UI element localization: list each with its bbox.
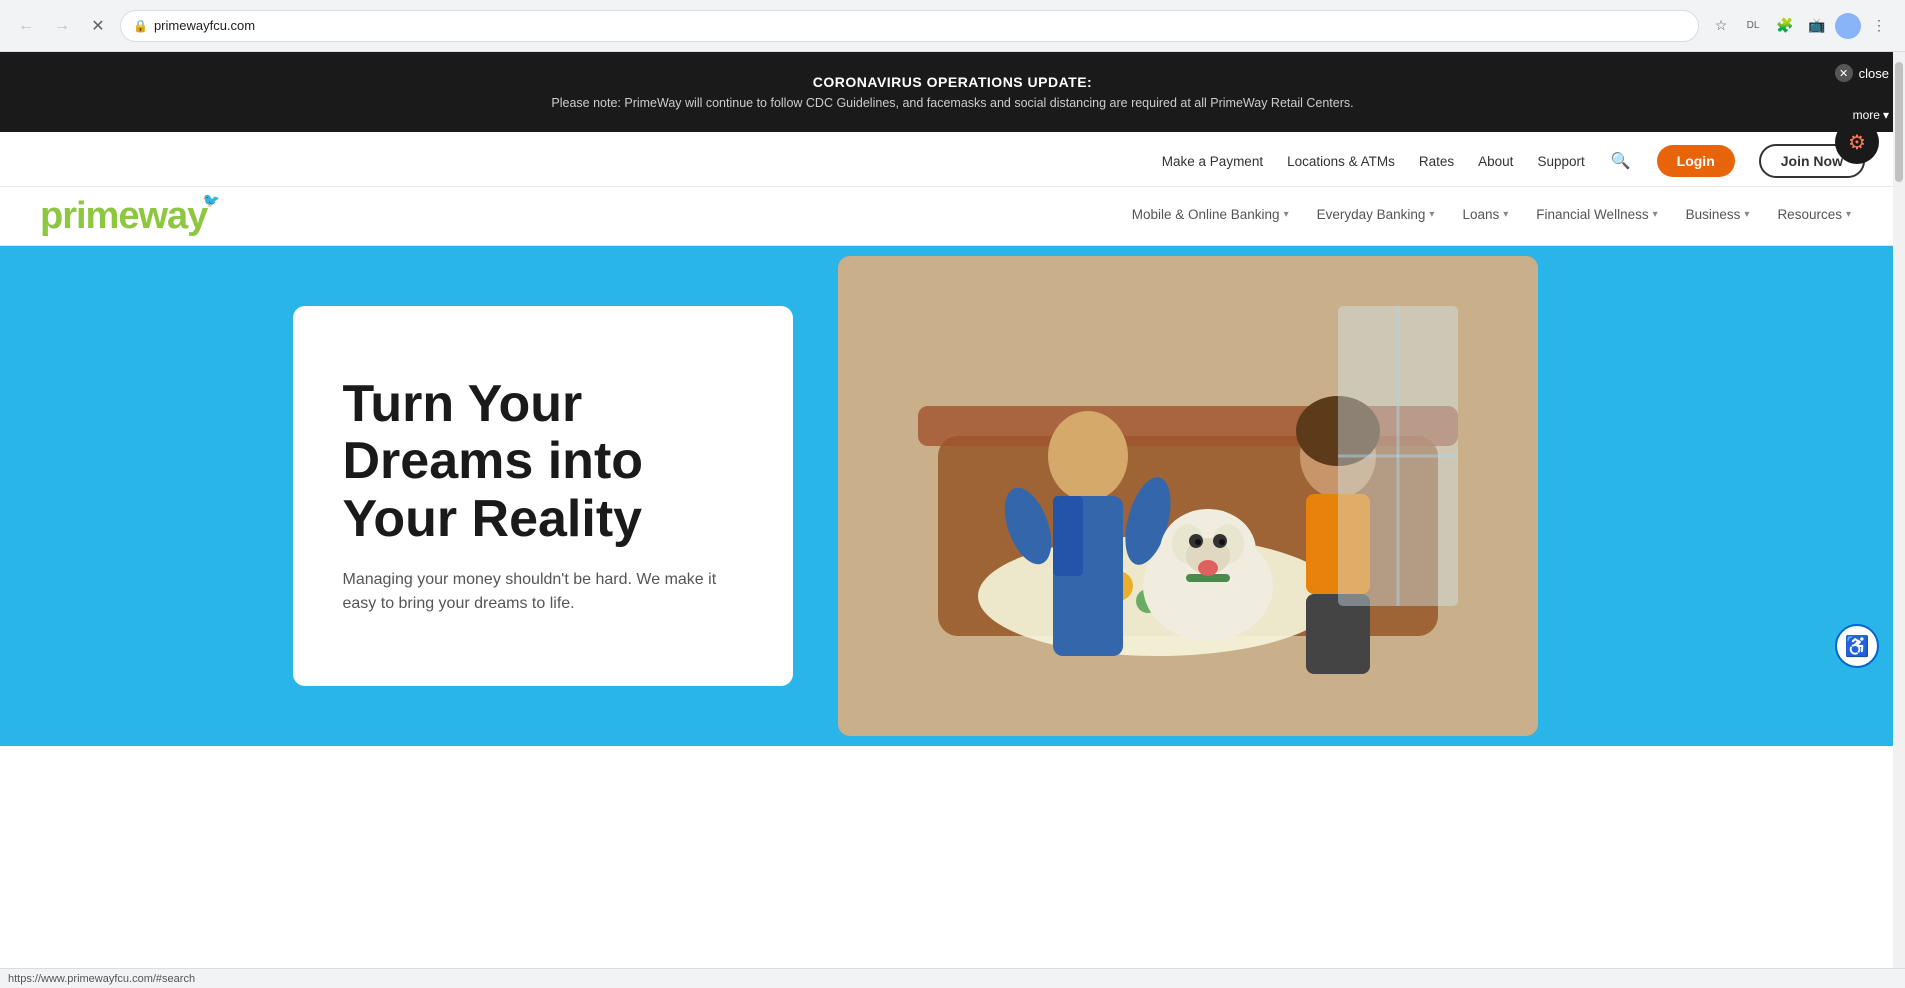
accessibility-icon: ♿ <box>1845 634 1870 659</box>
hero-photo <box>838 256 1538 736</box>
hero-subtext: Managing your money shouldn't be hard. W… <box>343 568 743 616</box>
close-label: close <box>1859 66 1889 81</box>
bookmark-star-button[interactable]: ☆ <box>1707 12 1735 40</box>
announcement-text: Please note: PrimeWay will continue to f… <box>551 96 1353 110</box>
profile-avatar[interactable] <box>1835 13 1861 39</box>
top-nav-rates[interactable]: Rates <box>1419 154 1454 169</box>
chevron-down-icon: ▾ <box>1883 108 1889 122</box>
reload-button[interactable]: ✕ <box>84 12 112 40</box>
scrollbar[interactable] <box>1893 52 1905 988</box>
login-button[interactable]: Login <box>1657 145 1735 177</box>
browser-chrome: ← → ✕ 🔒 primewayfcu.com ☆ DL 🧩 📺 ⋮ <box>0 0 1905 52</box>
header-top: Make a Payment Locations & ATMs Rates Ab… <box>0 132 1905 187</box>
nav-everyday-banking[interactable]: Everyday Banking ▾ <box>1303 187 1449 245</box>
top-nav-payment[interactable]: Make a Payment <box>1162 154 1263 169</box>
chevron-down-icon: ▾ <box>1284 209 1289 220</box>
main-nav: Mobile & Online Banking ▾ Everyday Banki… <box>1118 187 1865 245</box>
chevron-down-icon: ▾ <box>1846 209 1851 220</box>
site-header: Make a Payment Locations & ATMs Rates Ab… <box>0 132 1905 246</box>
back-button[interactable]: ← <box>12 12 40 40</box>
status-bar: https://www.primewayfcu.com/#search <box>0 968 1905 988</box>
hero-image-inner <box>838 256 1538 736</box>
announcement-bar: CORONAVIRUS OPERATIONS UPDATE: Please no… <box>0 52 1905 132</box>
top-nav: Make a Payment Locations & ATMs Rates Ab… <box>1162 154 1585 169</box>
nav-mobile-banking[interactable]: Mobile & Online Banking ▾ <box>1118 187 1303 245</box>
nav-financial-wellness[interactable]: Financial Wellness ▾ <box>1522 187 1671 245</box>
header-main: primeway 🐦 Mobile & Online Banking ▾ Eve… <box>0 187 1905 245</box>
search-icon: 🔍 <box>1611 153 1631 170</box>
top-nav-locations[interactable]: Locations & ATMs <box>1287 154 1395 169</box>
hero-content-wrapper: Turn Your Dreams into Your Reality Manag… <box>253 246 1653 746</box>
menu-button[interactable]: ⋮ <box>1865 12 1893 40</box>
accessibility-button[interactable]: ♿ <box>1835 624 1879 668</box>
zoom-button[interactable]: DL <box>1739 12 1767 40</box>
hero-image-area <box>763 256 1613 736</box>
chevron-down-icon: ▾ <box>1429 209 1434 220</box>
forward-button[interactable]: → <box>48 12 76 40</box>
hubspot-button[interactable]: ⚙ <box>1835 120 1879 164</box>
scrollbar-thumb <box>1895 62 1903 182</box>
announcement-close-button[interactable]: ✕ close <box>1835 64 1889 82</box>
browser-actions: ☆ DL 🧩 📺 ⋮ <box>1707 12 1893 40</box>
logo-bird-icon: 🐦 <box>203 193 219 207</box>
lock-icon: 🔒 <box>133 19 148 33</box>
chevron-down-icon: ▾ <box>1744 209 1749 220</box>
chevron-down-icon: ▾ <box>1653 209 1658 220</box>
hubspot-icon: ⚙ <box>1848 130 1866 155</box>
url-text: primewayfcu.com <box>154 18 255 33</box>
nav-resources[interactable]: Resources ▾ <box>1763 187 1865 245</box>
nav-loans[interactable]: Loans ▾ <box>1448 187 1522 245</box>
chevron-down-icon: ▾ <box>1503 209 1508 220</box>
status-url: https://www.primewayfcu.com/#search <box>8 973 195 985</box>
nav-business[interactable]: Business ▾ <box>1672 187 1764 245</box>
hero-section: Turn Your Dreams into Your Reality Manag… <box>0 246 1905 746</box>
logo-text: primeway 🐦 <box>40 197 207 235</box>
announcement-title: CORONAVIRUS OPERATIONS UPDATE: <box>813 74 1092 90</box>
logo-area[interactable]: primeway 🐦 <box>40 187 207 245</box>
extensions-button[interactable]: 🧩 <box>1771 12 1799 40</box>
cast-button[interactable]: 📺 <box>1803 12 1831 40</box>
close-circle-icon: ✕ <box>1835 64 1853 82</box>
search-button[interactable]: 🔍 <box>1609 149 1633 173</box>
hero-headline: Turn Your Dreams into Your Reality <box>343 376 743 548</box>
top-nav-support[interactable]: Support <box>1537 154 1584 169</box>
top-nav-about[interactable]: About <box>1478 154 1513 169</box>
hero-illustration <box>838 256 1538 736</box>
address-bar[interactable]: 🔒 primewayfcu.com <box>120 10 1699 42</box>
hero-text-card: Turn Your Dreams into Your Reality Manag… <box>293 306 793 686</box>
